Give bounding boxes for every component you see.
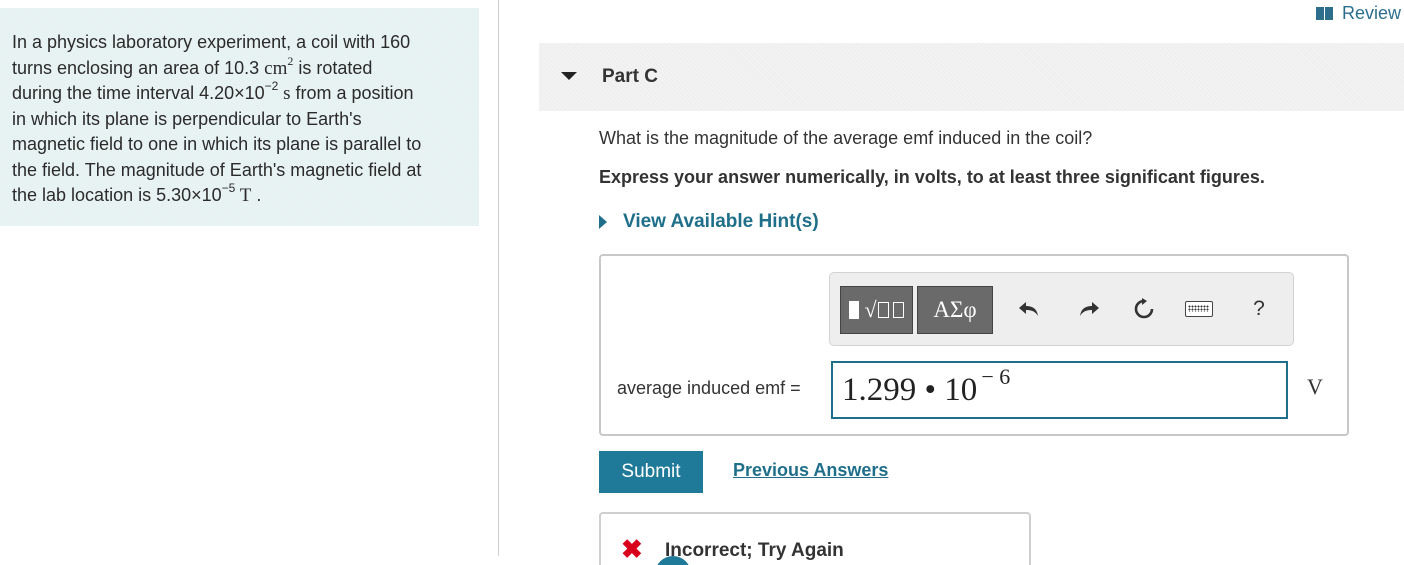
problem-text: is rotated <box>293 57 373 78</box>
part-title: Part C <box>602 66 658 87</box>
submit-button[interactable]: Submit <box>599 451 703 493</box>
undo-icon[interactable] <box>1015 295 1043 323</box>
problem-line: turns enclosing an area of 10.3 cm2 is r… <box>12 53 469 82</box>
review-label: Review <box>1342 2 1402 23</box>
view-hints-link[interactable]: View Available Hint(s) <box>599 211 819 233</box>
question-text: What is the magnitude of the average emf… <box>599 128 1093 148</box>
symbols-button[interactable]: ΑΣφ <box>917 286 993 334</box>
help-button[interactable]: ? <box>1245 295 1273 323</box>
templates-button[interactable]: √ <box>840 286 913 334</box>
problem-line: In a physics laboratory experiment, a co… <box>12 32 411 52</box>
answer-label: average induced emf = <box>617 378 801 398</box>
previous-answers-link[interactable]: Previous Answers <box>733 460 888 481</box>
problem-line: magnetic field to one in which its plane… <box>12 134 422 154</box>
math-toolbar: √ ΑΣφ ? <box>829 272 1294 346</box>
answer-box: √ ΑΣφ ? average induced emf = 1.299 • 10… <box>599 254 1349 436</box>
problem-line: during the time interval 4.20×10−2 s fro… <box>12 79 469 107</box>
caret-down-icon[interactable] <box>561 72 577 80</box>
time-unit: s <box>278 83 291 104</box>
book-icon <box>1316 6 1333 20</box>
time-exponent: −2 <box>264 79 279 93</box>
instruction-text: Express your answer numerically, in volt… <box>599 167 1265 187</box>
problem-statement: In a physics laboratory experiment, a co… <box>0 8 479 226</box>
problem-line: the lab location is 5.30×10−5 T . <box>12 181 469 209</box>
caret-right-icon <box>599 215 607 229</box>
answer-input[interactable]: 1.299 • 10− 6 <box>831 361 1288 419</box>
block-icon <box>849 301 860 319</box>
part-header[interactable]: Part C <box>539 43 1404 111</box>
keyboard-icon[interactable] <box>1185 295 1213 323</box>
problem-line: the field. The magnitude of Earth's magn… <box>12 159 422 180</box>
radical-icon: √ <box>864 297 904 323</box>
hints-label: View Available Hint(s) <box>623 211 819 232</box>
answer-mantissa: 1.299 • 10 <box>842 371 978 408</box>
area-unit: cm2 <box>264 53 294 79</box>
problem-text: from a position <box>290 83 414 103</box>
problem-text: during the time interval 4.20×10 <box>12 83 265 103</box>
problem-text: . <box>251 185 262 205</box>
reset-icon[interactable] <box>1130 295 1158 323</box>
answer-unit: V <box>1307 374 1323 399</box>
answer-exponent: − 6 <box>981 364 1011 389</box>
redo-icon[interactable] <box>1075 295 1103 323</box>
incorrect-icon: ✖ <box>621 534 643 564</box>
problem-text: the lab location is 5.30×10 <box>12 185 222 205</box>
panel-divider <box>498 0 499 556</box>
field-unit: T <box>235 185 252 206</box>
feedback-message: Incorrect; Try Again <box>665 540 844 561</box>
problem-line: in which its plane is perpendicular to E… <box>12 108 362 129</box>
problem-text: turns enclosing an area of 10.3 <box>12 57 265 78</box>
field-exponent: −5 <box>221 181 236 195</box>
review-link[interactable]: Review <box>1316 2 1401 24</box>
